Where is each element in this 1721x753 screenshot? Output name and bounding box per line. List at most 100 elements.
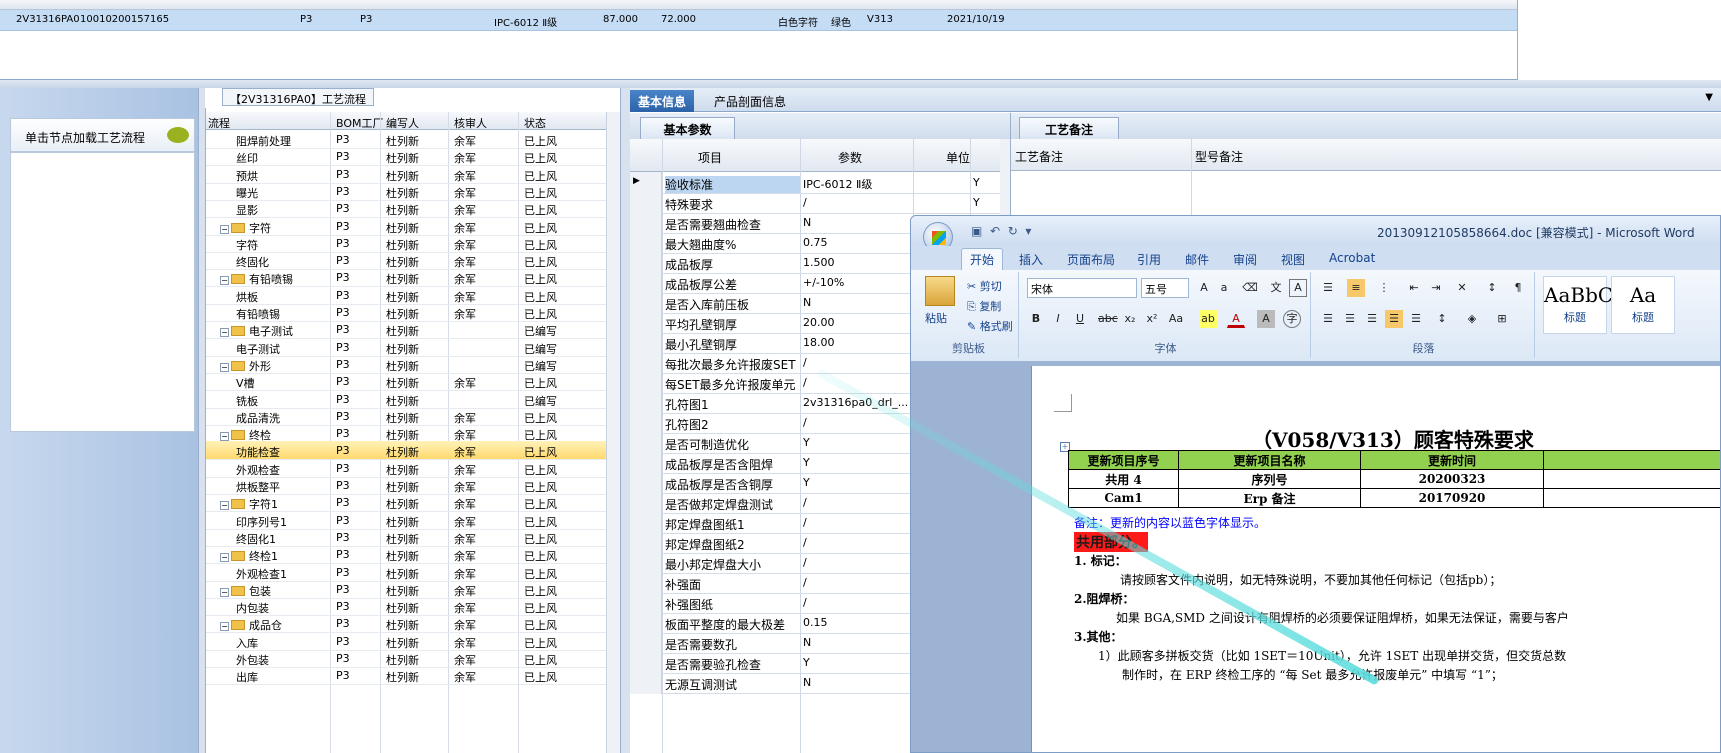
process-row[interactable]: 字符 P3 杜列新 余军 已上风 <box>206 234 606 253</box>
chevron-down-icon[interactable]: ▼ <box>1705 92 1713 103</box>
copy-button[interactable]: ⎘ 复制 <box>967 298 1001 314</box>
sort-icon[interactable]: ↕ <box>1483 279 1501 297</box>
collapse-icon[interactable]: − <box>220 553 229 563</box>
process-row[interactable]: − 电子测试 P3 杜列新 已编写 <box>206 320 606 340</box>
collapse-icon[interactable]: − <box>220 276 229 286</box>
process-row[interactable]: 出库 P3 杜列新 余军 已上风 <box>206 666 606 686</box>
redo-icon[interactable]: ↻ <box>1008 224 1018 238</box>
process-row[interactable]: − 成品仓 P3 杜列新 余军 已上风 <box>206 614 606 634</box>
col-item[interactable]: 项目 <box>698 149 722 166</box>
process-row[interactable]: − 终检1 P3 杜列新 余军 已上风 <box>206 545 606 565</box>
doc-table[interactable]: 更新项目序号 更新项目名称 更新时间 共用 4 序列号 20200323 Cam… <box>1068 450 1720 508</box>
collapse-icon[interactable]: − <box>220 362 229 372</box>
asian-layout-icon[interactable]: ✕ <box>1453 279 1471 297</box>
collapse-icon[interactable]: − <box>220 432 229 442</box>
paste-icon[interactable] <box>925 276 955 306</box>
process-row[interactable]: 终固化 P3 杜列新 余军 已上风 <box>206 251 606 271</box>
param-value[interactable]: / <box>803 496 910 509</box>
quick-access-toolbar[interactable]: ▣ ↶ ↻ ▾ <box>971 224 1031 238</box>
highlight-icon[interactable]: ab <box>1199 310 1217 328</box>
process-row[interactable]: 外观检查1 P3 杜列新 余军 已上风 <box>206 563 606 582</box>
process-scrollbar[interactable] <box>606 112 621 753</box>
process-row[interactable]: 烘板整平 P3 杜列新 余军 已上风 <box>206 476 606 495</box>
chevron-down-icon[interactable]: ▾ <box>1025 224 1031 238</box>
process-row[interactable]: − 字符1 P3 杜列新 余军 已上风 <box>206 493 606 513</box>
tab-basic-info[interactable]: 基本信息 <box>630 90 695 112</box>
process-row[interactable]: 内包装 P3 杜列新 余军 已上风 <box>206 597 606 617</box>
vertical-splitter-left[interactable] <box>198 88 205 753</box>
col-process-notes[interactable]: 工艺备注 <box>1015 148 1063 165</box>
multilevel-list-icon[interactable]: ⋮ <box>1375 279 1393 297</box>
process-row[interactable]: 外包装 P3 杜列新 余军 已上风 <box>206 649 606 668</box>
ribbon-tab-references[interactable]: 引用 <box>1129 249 1169 270</box>
horizontal-splitter[interactable] <box>0 80 1721 88</box>
ribbon-tab-review[interactable]: 审阅 <box>1225 249 1265 270</box>
param-value[interactable]: Y <box>803 656 910 669</box>
col-model-notes[interactable]: 型号备注 <box>1195 148 1243 165</box>
param-value[interactable]: 18.00 <box>803 336 910 349</box>
node-tree-box[interactable] <box>10 152 195 432</box>
tab-profile-info[interactable]: 产品剖面信息 <box>706 90 794 112</box>
font-size-select[interactable]: 五号 <box>1141 278 1189 298</box>
param-value[interactable]: 0.75 <box>803 236 910 249</box>
process-row[interactable]: − 字符 P3 杜列新 余军 已上风 <box>206 217 606 236</box>
increase-indent-icon[interactable]: ⇥ <box>1427 279 1445 297</box>
process-row[interactable]: 显影 P3 杜列新 余军 已上风 <box>206 199 606 219</box>
order-row-selected[interactable]: 2V31316PA0 10010200157165 P3 P3 IPC-6012… <box>0 10 1517 31</box>
process-row[interactable]: 功能检查 P3 杜列新 余军 已上风 <box>206 441 606 461</box>
style-heading-2[interactable]: Aa 标题 <box>1611 276 1675 334</box>
tab-basic-params[interactable]: 基本参数 <box>640 117 735 139</box>
load-process-hint[interactable]: 单击节点加载工艺流程 <box>10 118 195 152</box>
undo-icon[interactable]: ↶ <box>990 224 1000 238</box>
collapse-icon[interactable]: − <box>220 622 229 632</box>
font-name-select[interactable]: 宋体 <box>1027 278 1137 298</box>
ribbon-tab-home[interactable]: 开始 <box>961 248 1004 270</box>
distribute-icon[interactable]: ☰ <box>1407 310 1425 328</box>
param-value[interactable]: N <box>803 296 910 309</box>
param-value[interactable]: N <box>803 636 910 649</box>
bold-icon[interactable]: B <box>1027 310 1045 328</box>
clear-format-icon[interactable]: ⌫ <box>1241 279 1259 297</box>
bullets-icon[interactable]: ☰ <box>1319 279 1337 297</box>
collapse-icon[interactable]: − <box>220 224 229 234</box>
char-shading-icon[interactable]: A <box>1257 310 1275 328</box>
process-row[interactable]: 入库 P3 杜列新 余军 已上风 <box>206 632 606 651</box>
process-row[interactable]: 铣板 P3 杜列新 已编写 <box>206 390 606 409</box>
param-value[interactable]: / <box>803 596 910 609</box>
param-value[interactable]: / <box>803 516 910 529</box>
align-center-icon[interactable]: ☰ <box>1341 310 1359 328</box>
param-value[interactable]: / <box>803 576 910 589</box>
borders-icon[interactable]: ⊞ <box>1493 310 1511 328</box>
cut-button[interactable]: ✂ 剪切 <box>967 278 1002 294</box>
process-row[interactable]: − 有铅喷锡 P3 杜列新 余军 已上风 <box>206 268 606 288</box>
process-row[interactable]: 成品清洗 P3 杜列新 余军 已上风 <box>206 407 606 426</box>
subscript-icon[interactable]: x₂ <box>1121 310 1139 328</box>
param-value[interactable]: Y <box>803 476 910 489</box>
strikethrough-icon[interactable]: abc <box>1097 310 1118 328</box>
process-row[interactable]: − 外形 P3 杜列新 已编写 <box>206 355 606 374</box>
align-left-icon[interactable]: ☰ <box>1319 310 1337 328</box>
col-writer[interactable]: 编写人 <box>386 115 419 131</box>
format-painter-button[interactable]: ✎ 格式刷 <box>967 318 1013 334</box>
process-row[interactable]: 烘板 P3 杜列新 余军 已上风 <box>206 286 606 305</box>
ribbon-tab-acrobat[interactable]: Acrobat <box>1321 249 1383 267</box>
font-color-icon[interactable]: A <box>1227 310 1245 328</box>
ribbon-tab-mailings[interactable]: 邮件 <box>1177 249 1217 270</box>
word-window[interactable]: ▣ ↶ ↻ ▾ 20130912105858664.doc [兼容模式] - M… <box>910 215 1721 753</box>
process-row[interactable]: 预烘 P3 杜列新 余军 已上风 <box>206 165 606 184</box>
process-row[interactable]: 有铅喷锡 P3 杜列新 余军 已上风 <box>206 303 606 322</box>
process-row[interactable]: 阻焊前处理 P3 杜列新 余军 已上风 <box>206 130 606 149</box>
param-value[interactable]: / <box>803 376 910 389</box>
italic-icon[interactable]: I <box>1049 310 1067 328</box>
param-value[interactable]: Y <box>803 456 910 469</box>
process-row[interactable]: 终固化1 P3 杜列新 余军 已上风 <box>206 528 606 547</box>
char-border-icon[interactable]: A <box>1289 279 1307 297</box>
process-row[interactable]: 曝光 P3 杜列新 余军 已上风 <box>206 182 606 201</box>
underline-icon[interactable]: U <box>1071 310 1089 328</box>
process-row[interactable]: V槽 P3 杜列新 余军 已上风 <box>206 372 606 392</box>
col-reviewer[interactable]: 核审人 <box>454 115 487 131</box>
vertical-splitter-middle[interactable] <box>620 88 630 753</box>
collapse-icon[interactable]: − <box>220 587 229 597</box>
process-row[interactable]: 外观检查 P3 杜列新 余军 已上风 <box>206 459 606 478</box>
collapse-icon[interactable]: − <box>220 501 229 511</box>
